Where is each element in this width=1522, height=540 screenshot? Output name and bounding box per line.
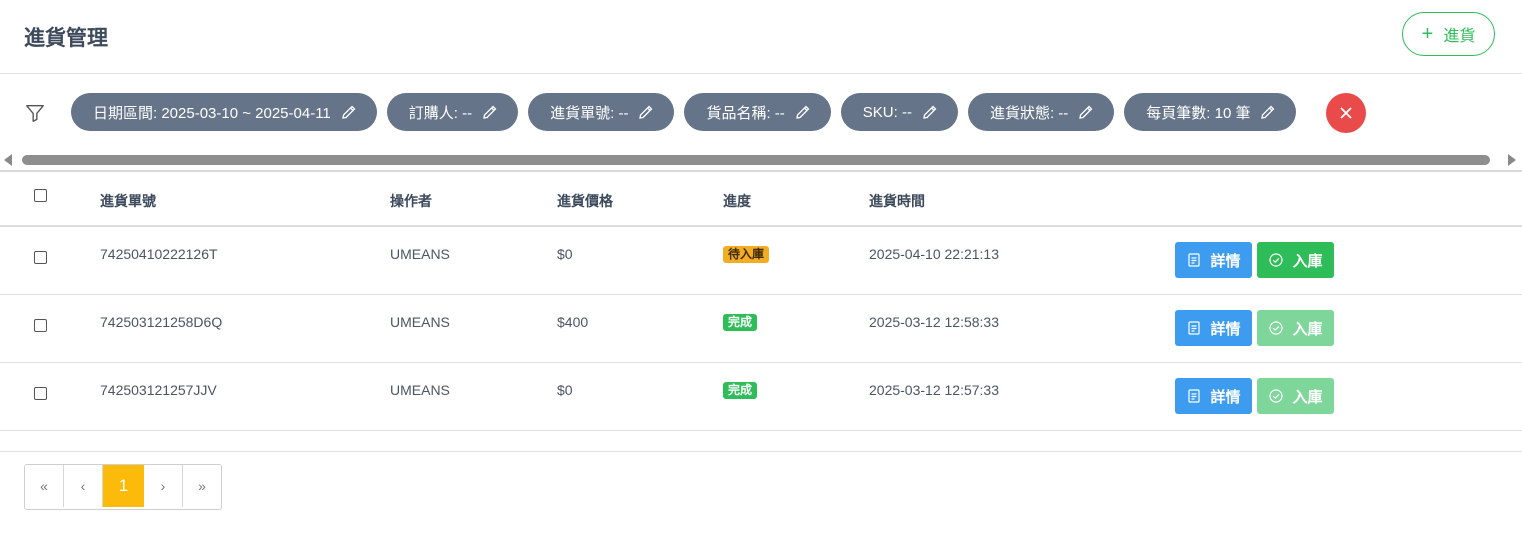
- page-title: 進貨管理: [24, 27, 108, 50]
- filter-chip-status[interactable]: 進貨狀態: --: [967, 93, 1115, 131]
- pencil-icon: [639, 105, 653, 119]
- scroll-thumb[interactable]: [22, 155, 1490, 165]
- add-purchase-button[interactable]: + 進貨: [1402, 12, 1495, 56]
- detail-button[interactable]: 詳情: [1175, 242, 1252, 278]
- chip-label: 日期區間: 2025-03-10 ~ 2025-04-11: [93, 104, 331, 122]
- chip-label: SKU: --: [862, 103, 912, 121]
- detail-label: 詳情: [1210, 388, 1241, 406]
- horizontal-scrollbar[interactable]: [0, 152, 1522, 168]
- chip-label: 訂購人: --: [408, 104, 473, 122]
- chip-label: 進貨單號: --: [550, 104, 629, 122]
- plus-icon: +: [1421, 23, 1434, 45]
- order-no: 74250410222126T: [100, 246, 218, 262]
- instock-label: 入庫: [1292, 388, 1323, 406]
- purchase-table: 進貨單號 操作者 進貨價格 進度 進貨時間 74250410222126T UM…: [0, 170, 1522, 452]
- status-badge: 待入庫: [723, 246, 770, 263]
- instock-button: 入庫: [1257, 310, 1334, 346]
- column-operator: 操作者: [390, 193, 432, 209]
- filter-chip-sku[interactable]: SKU: --: [840, 93, 958, 131]
- check-circle-icon: [1269, 321, 1284, 335]
- pencil-icon: [341, 105, 356, 119]
- detail-label: 詳情: [1210, 252, 1241, 270]
- next-page-button[interactable]: ›: [144, 465, 183, 507]
- column-time: 進貨時間: [869, 193, 925, 209]
- table-row: 742503121258D6Q UMEANS $400 完成 2025-03-1…: [0, 295, 1522, 363]
- last-page-button[interactable]: »: [183, 465, 221, 507]
- page-header: 進貨管理 + 進貨: [0, 0, 1522, 74]
- column-price: 進貨價格: [557, 193, 613, 209]
- pencil-icon: [923, 105, 937, 119]
- select-all-checkbox[interactable]: [34, 189, 47, 202]
- operator: UMEANS: [390, 314, 450, 330]
- filter-chip-order-no[interactable]: 進貨單號: --: [528, 93, 675, 131]
- chip-label: 進貨狀態: --: [989, 104, 1069, 122]
- purchase-time: 2025-04-10 22:21:13: [869, 246, 999, 262]
- filter-chip-date-range[interactable]: 日期區間: 2025-03-10 ~ 2025-04-11: [71, 93, 377, 131]
- check-circle-icon: [1269, 389, 1284, 403]
- column-progress: 進度: [723, 193, 751, 209]
- current-page-button[interactable]: 1: [103, 465, 144, 507]
- instock-label: 入庫: [1292, 320, 1323, 338]
- table-footer-spacer: [0, 431, 1522, 452]
- first-page-button[interactable]: «: [25, 465, 64, 507]
- price: $0: [557, 382, 573, 398]
- check-circle-icon: [1269, 253, 1284, 267]
- pencil-icon: [795, 105, 810, 119]
- detail-label: 詳情: [1210, 320, 1241, 338]
- price: $400: [557, 314, 589, 330]
- clear-filters-button[interactable]: [1326, 93, 1366, 133]
- status-badge: 完成: [723, 314, 758, 331]
- pagination: « ‹ 1 › »: [24, 464, 222, 510]
- status-badge: 完成: [723, 382, 758, 399]
- filter-chip-product-name[interactable]: 貨品名稱: --: [684, 93, 831, 131]
- pencil-icon: [1261, 105, 1275, 119]
- row-checkbox[interactable]: [34, 387, 47, 400]
- instock-button: 入庫: [1257, 378, 1334, 414]
- filter-icon[interactable]: [24, 102, 46, 124]
- chip-label: 貨品名稱: --: [706, 104, 785, 122]
- row-checkbox[interactable]: [34, 251, 47, 264]
- close-icon: [1340, 107, 1352, 119]
- table-header: 進貨單號 操作者 進貨價格 進度 進貨時間: [0, 172, 1522, 227]
- operator: UMEANS: [390, 382, 450, 398]
- order-no: 742503121258D6Q: [100, 314, 223, 330]
- add-purchase-label: 進貨: [1443, 28, 1476, 45]
- price: $0: [557, 246, 573, 262]
- prev-page-button[interactable]: ‹: [64, 465, 103, 507]
- document-icon: [1188, 321, 1201, 335]
- chip-label: 每頁筆數: 10 筆: [1146, 104, 1251, 122]
- purchase-time: 2025-03-12 12:58:33: [869, 314, 999, 330]
- table-row: 74250410222126T UMEANS $0 待入庫 2025-04-10…: [0, 227, 1522, 295]
- scroll-right-arrow[interactable]: [1508, 154, 1516, 166]
- pencil-icon: [1079, 105, 1093, 119]
- order-no: 742503121257JJV: [100, 382, 217, 398]
- column-order-no: 進貨單號: [100, 193, 156, 209]
- document-icon: [1188, 389, 1201, 403]
- pencil-icon: [483, 105, 497, 119]
- scroll-left-arrow[interactable]: [4, 154, 12, 166]
- filter-bar: 日期區間: 2025-03-10 ~ 2025-04-11 訂購人: -- 進貨…: [0, 74, 1522, 152]
- instock-label: 入庫: [1292, 252, 1323, 270]
- row-checkbox[interactable]: [34, 319, 47, 332]
- purchase-time: 2025-03-12 12:57:33: [869, 382, 999, 398]
- table-row: 742503121257JJV UMEANS $0 完成 2025-03-12 …: [0, 363, 1522, 431]
- filter-chip-orderer[interactable]: 訂購人: --: [386, 93, 519, 131]
- filter-chips: 日期區間: 2025-03-10 ~ 2025-04-11 訂購人: -- 進貨…: [71, 93, 1297, 131]
- filter-chip-page-size[interactable]: 每頁筆數: 10 筆: [1124, 93, 1297, 131]
- operator: UMEANS: [390, 246, 450, 262]
- document-icon: [1188, 253, 1201, 267]
- detail-button[interactable]: 詳情: [1175, 378, 1252, 414]
- detail-button[interactable]: 詳情: [1175, 310, 1252, 346]
- instock-button[interactable]: 入庫: [1257, 242, 1334, 278]
